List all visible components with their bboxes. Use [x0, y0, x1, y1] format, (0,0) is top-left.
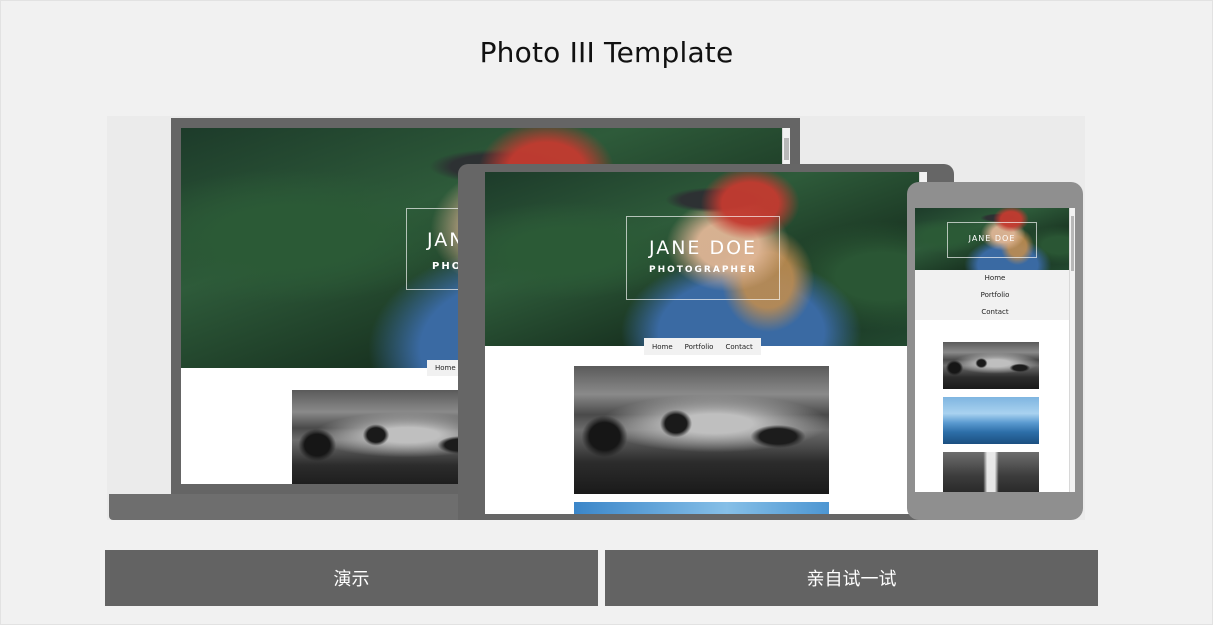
- try-it-button[interactable]: 亲自试一试: [605, 550, 1098, 606]
- tablet-gallery-photo-2: [574, 502, 829, 514]
- tablet-nav: Home Portfolio Contact: [644, 338, 761, 355]
- tablet-hero-box: JANE DOE PHOTOGRAPHER: [626, 216, 780, 300]
- phone-hero-name: JANE DOE: [968, 234, 1016, 243]
- page-title: Photo III Template: [479, 36, 734, 69]
- phone-nav-home[interactable]: Home: [915, 270, 1075, 287]
- tablet-gallery-photo-1: [574, 366, 829, 494]
- phone-screen: JANE DOE Home Portfolio Contact: [915, 208, 1075, 492]
- tablet-screen: JANE DOE PHOTOGRAPHER Home Portfolio Con…: [485, 172, 927, 514]
- phone-nav: Home Portfolio Contact: [915, 270, 1075, 320]
- device-preview: JAN PHO Home JANE DOE PHOTOGRAPHER Home …: [107, 116, 1085, 520]
- phone-gallery-photo-2: [943, 397, 1039, 444]
- phone-nav-portfolio[interactable]: Portfolio: [915, 287, 1075, 304]
- tablet-nav-portfolio[interactable]: Portfolio: [681, 343, 718, 351]
- phone-hero-box: JANE DOE: [947, 222, 1037, 258]
- tablet-nav-contact[interactable]: Contact: [717, 343, 760, 351]
- demo-button[interactable]: 演示: [105, 550, 598, 606]
- phone-nav-contact[interactable]: Contact: [915, 304, 1075, 321]
- phone-gallery-photo-1: [943, 342, 1039, 389]
- tablet-hero-name: JANE DOE: [648, 237, 758, 259]
- tablet-hero-role: PHOTOGRAPHER: [648, 265, 758, 275]
- tablet-nav-home[interactable]: Home: [644, 343, 681, 351]
- phone-gallery-photo-3: [943, 452, 1039, 492]
- phone-scrollbar[interactable]: [1069, 208, 1075, 492]
